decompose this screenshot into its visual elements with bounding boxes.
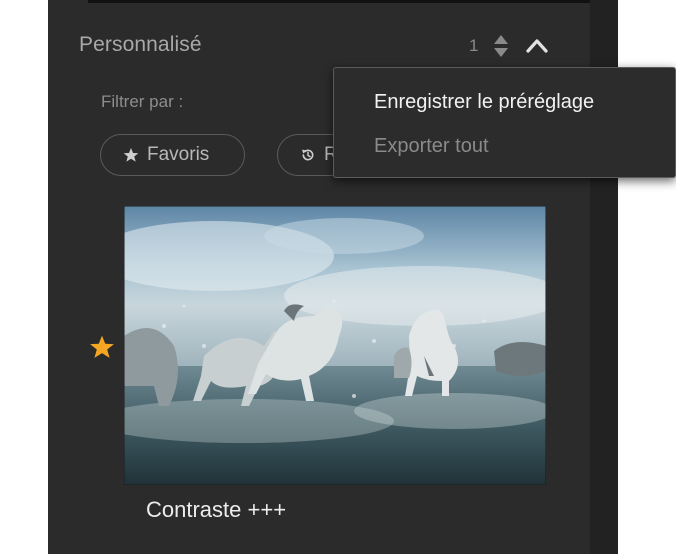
context-menu: Enregistrer le préréglage Exporter tout (333, 67, 676, 178)
filter-chip-favoris-label: Favoris (147, 144, 210, 165)
filter-label: Filtrer par : (101, 92, 184, 111)
section-divider (88, 0, 590, 3)
preset-name[interactable]: Contraste +++ (146, 497, 286, 523)
preset-count: 1 (469, 36, 479, 55)
section-title[interactable]: Personnalisé (79, 33, 202, 57)
star-icon (123, 148, 139, 162)
filter-chip-favoris[interactable]: Favoris (100, 134, 245, 176)
menu-item-export-all[interactable]: Exporter tout (374, 135, 489, 158)
horses-photo-image (124, 206, 546, 485)
sort-arrows-icon[interactable] (493, 34, 509, 58)
menu-item-save-preset[interactable]: Enregistrer le préréglage (374, 91, 594, 114)
preset-thumbnail[interactable] (124, 206, 546, 485)
chevron-up-icon[interactable] (526, 36, 548, 54)
favorite-star-icon[interactable] (89, 334, 115, 360)
history-icon (302, 149, 314, 161)
